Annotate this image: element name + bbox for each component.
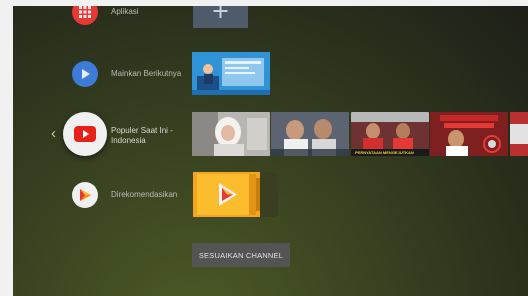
illustration-tile-art bbox=[192, 52, 270, 95]
thumbnail-caption: PERNYATAAN MENGEJUTKAN bbox=[355, 150, 414, 155]
video-thumbnail-art bbox=[192, 112, 270, 156]
row-label-popular: Populer Saat Ini - Indonesia bbox=[111, 126, 173, 145]
google-play-movies-tile-art bbox=[193, 172, 278, 217]
add-app-tile[interactable] bbox=[193, 6, 248, 28]
row-label-recommended: Direkomendasikan bbox=[111, 190, 178, 199]
play-next-tile[interactable] bbox=[192, 52, 270, 95]
chevron-left-icon[interactable]: ‹ bbox=[51, 126, 56, 141]
row-label-play-next: Mainkan Berikutnya bbox=[111, 69, 182, 78]
video-thumbnail-3[interactable]: PERNYATAAN MENGEJUTKAN bbox=[351, 112, 429, 156]
youtube-row-icon[interactable] bbox=[63, 112, 107, 156]
video-thumbnail-4[interactable] bbox=[430, 112, 508, 156]
apps-row-icon[interactable] bbox=[72, 6, 98, 25]
video-thumbnail-art bbox=[271, 112, 349, 156]
recommended-tile[interactable] bbox=[193, 172, 278, 217]
youtube-icon bbox=[74, 126, 96, 142]
row-label-apps: Aplikasi bbox=[111, 7, 139, 16]
play-next-row-icon[interactable] bbox=[72, 61, 98, 87]
plus-icon bbox=[213, 6, 228, 18]
google-play-movies-icon bbox=[80, 189, 91, 201]
android-tv-home-screen: Aplikasi Mainkan Berikutnya ‹ Populer Sa… bbox=[13, 6, 528, 296]
recommended-row-icon[interactable] bbox=[72, 182, 98, 208]
apps-grid-icon bbox=[79, 6, 91, 18]
play-icon bbox=[82, 69, 90, 79]
customize-channels-button[interactable]: SESUAIKAN CHANNEL bbox=[192, 243, 290, 267]
video-thumbnail-art bbox=[510, 112, 528, 156]
video-thumbnail-2[interactable] bbox=[271, 112, 349, 156]
video-thumbnail-1[interactable] bbox=[192, 112, 270, 156]
video-thumbnail-5[interactable] bbox=[510, 112, 528, 156]
video-thumbnail-art bbox=[430, 112, 508, 156]
